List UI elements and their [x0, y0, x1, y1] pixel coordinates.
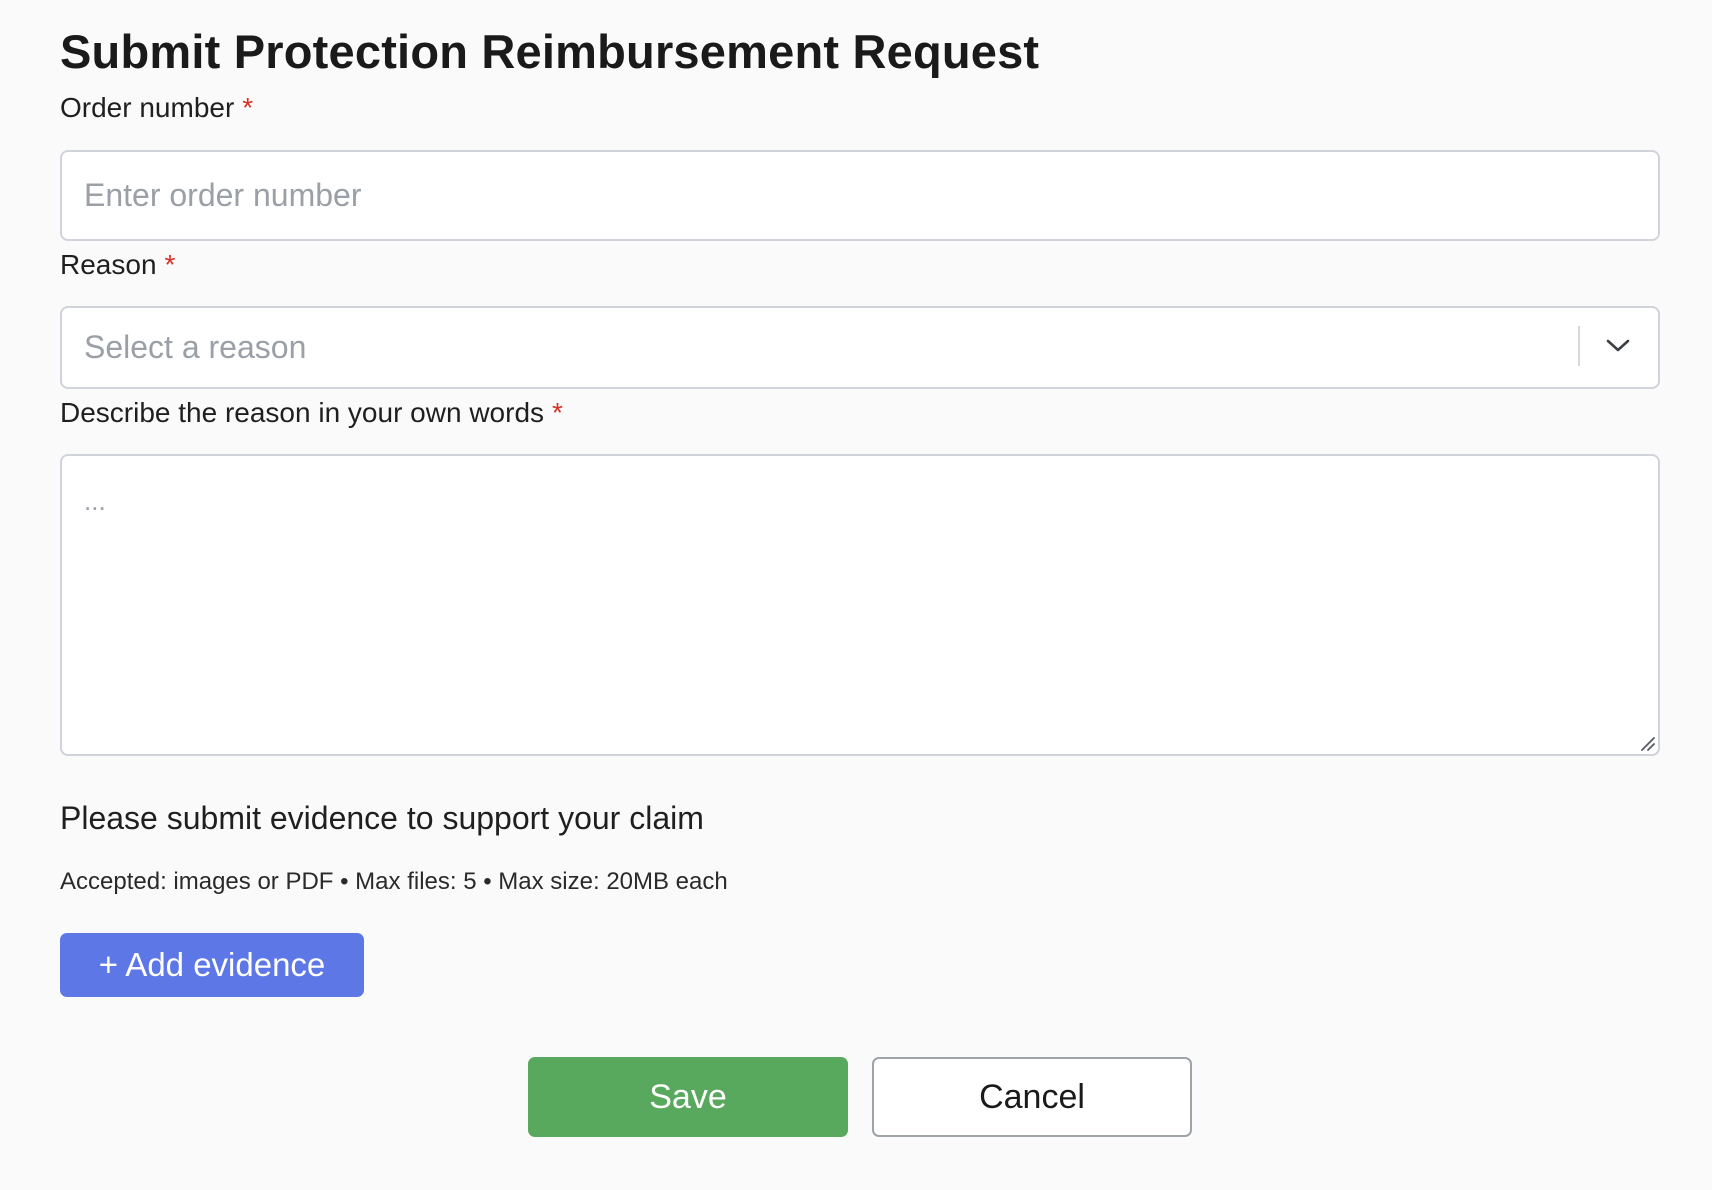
cancel-button[interactable]: Cancel: [872, 1057, 1192, 1137]
evidence-heading: Please submit evidence to support your c…: [60, 800, 704, 836]
reason-select-placeholder: Select a reason: [84, 329, 307, 365]
order-number-label: Order number *: [60, 92, 253, 124]
reason-label: Reason *: [60, 249, 175, 281]
required-asterisk: *: [552, 397, 563, 428]
reason-select[interactable]: Select a reason: [60, 306, 1660, 389]
description-field-container: [60, 454, 1660, 756]
order-number-label-text: Order number: [60, 92, 235, 123]
description-textarea[interactable]: [62, 456, 1658, 754]
required-asterisk: *: [164, 249, 176, 280]
page-title: Submit Protection Reimbursement Request: [60, 25, 1040, 78]
select-divider: [1578, 326, 1580, 366]
evidence-requirements-note: Accepted: images or PDF • Max files: 5 •…: [60, 868, 728, 895]
required-asterisk: *: [242, 92, 254, 123]
resize-handle-icon[interactable]: [1638, 734, 1656, 752]
save-button[interactable]: Save: [528, 1057, 848, 1137]
reimbursement-form-page: Submit Protection Reimbursement Request …: [0, 0, 1712, 1190]
add-evidence-button[interactable]: + Add evidence: [60, 933, 364, 997]
description-label: Describe the reason in your own words *: [60, 397, 563, 429]
chevron-down-icon[interactable]: [1604, 332, 1632, 360]
description-label-text: Describe the reason in your own words: [60, 397, 545, 428]
order-number-input[interactable]: [62, 152, 1658, 239]
reason-label-text: Reason: [60, 249, 157, 280]
order-number-field-container: [60, 150, 1660, 241]
